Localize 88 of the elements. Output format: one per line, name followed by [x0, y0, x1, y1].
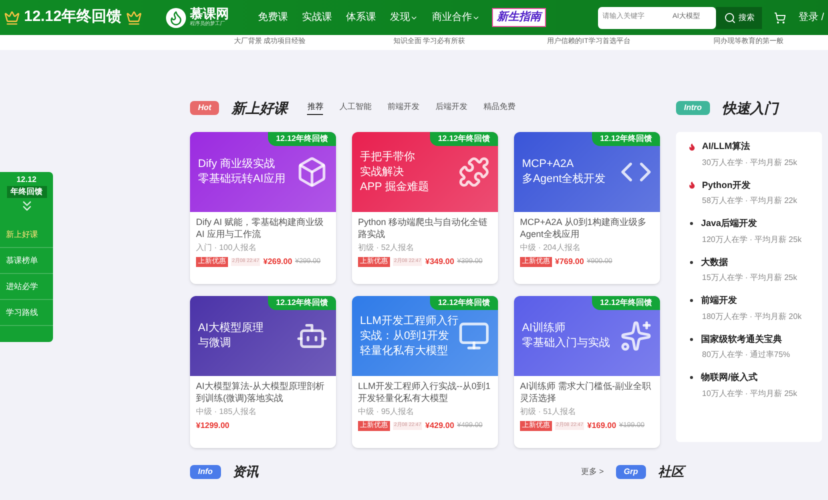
section-badge: Hot	[190, 101, 220, 115]
track-link[interactable]: 前端开发	[701, 294, 737, 308]
course-price: ¥769.00	[555, 256, 584, 268]
promo-title: 12.12年终回馈	[24, 7, 122, 28]
logo-name[interactable]: 慕课网	[190, 7, 229, 21]
track-link[interactable]: 国家级软考通关宝典	[701, 332, 782, 346]
banner-text: 实战解决	[360, 164, 405, 180]
section-badge: Grp	[616, 464, 646, 479]
search-button[interactable]: 搜索	[716, 6, 762, 28]
banner-text: 多Agent全栈开发	[522, 172, 606, 187]
sparkle-icon	[620, 320, 652, 352]
box-icon	[296, 156, 328, 188]
puzzle-icon	[458, 156, 490, 188]
course-price: ¥169.00	[587, 420, 616, 432]
course-title: AI大模型算法-从大模型原理剖析到训练(微调)落地实战	[196, 380, 326, 404]
track-stats: 10万人在学 · 平均月薪 25k	[701, 388, 798, 400]
section-badge: Info	[190, 464, 221, 479]
course-price: ¥349.00	[425, 256, 454, 268]
nav-link[interactable]: 商业合作	[432, 10, 480, 25]
track-link[interactable]: 物联网/嵌入式	[701, 371, 758, 384]
promo-ribbon: 12.12年终回馈	[592, 132, 660, 146]
search-icon	[724, 12, 736, 24]
nav-link[interactable]: 体系课	[346, 10, 376, 25]
login-link[interactable]: 登录 /	[798, 10, 824, 25]
section-title: 新上好课	[231, 98, 288, 118]
track-stats: 30万人在学 · 平均月薪 25k	[701, 156, 798, 168]
course-title: MCP+A2A 从0到1构建商业级多Agent全栈应用	[520, 216, 648, 240]
course-price: ¥1299.00	[196, 420, 230, 432]
category-tab[interactable]: 人工智能	[339, 101, 372, 115]
course-meta: 中级 · 95人报名	[358, 406, 416, 418]
banner-text: 轻量化私有大模型	[360, 344, 449, 358]
section-badge: Intro	[676, 101, 710, 115]
track-stats: 58万人在学 · 平均月薪 22k	[701, 195, 798, 207]
cart-icon[interactable]	[774, 12, 786, 24]
track-stats: 80万人在学 · 通过率75%	[701, 349, 792, 361]
track-link[interactable]: Python开发	[702, 178, 750, 192]
section-title: 快速入门	[722, 98, 778, 118]
course-meta: 初级 · 52人报名	[358, 242, 416, 254]
track-stats: 180万人在学 · 平均月薪 20k	[701, 310, 803, 322]
promo-ribbon: 12.12年终回馈	[268, 296, 336, 310]
banner-text: AI训练师	[522, 321, 566, 336]
category-tab[interactable]: 后端开发	[435, 101, 468, 115]
course-meta: 入门 · 100人报名	[196, 242, 258, 254]
category-tab[interactable]: 前端开发	[387, 101, 420, 115]
section-title: 资讯	[232, 463, 259, 481]
crown-icon	[126, 10, 142, 26]
category-tab[interactable]: 推荐	[307, 101, 324, 115]
course-price: ¥429.00	[425, 420, 454, 432]
banner-text: 零基础入门与实战	[522, 336, 610, 351]
course-title: AI训练师 需求大门槛低-副业全职灵活选择	[520, 380, 652, 404]
banner-text: APP 掘金难题	[360, 180, 429, 194]
crown-icon	[4, 10, 20, 26]
promo-ribbon: 12.12年终回馈	[268, 132, 336, 146]
promo-ribbon: 12.12年终回馈	[592, 296, 660, 310]
banner-text: 实战：从0到1开发	[360, 328, 450, 344]
banner-text: LLM开发工程师入行	[360, 314, 458, 328]
promo-ribbon: 12.12年终回馈	[430, 132, 498, 146]
category-tab[interactable]: 精品免费	[483, 101, 516, 115]
banner-text: 手把手带你	[360, 150, 416, 164]
track-link[interactable]: AI/LLM算法	[702, 140, 750, 154]
monitor-icon	[458, 320, 490, 352]
nav-link[interactable]: 实战课	[302, 10, 332, 25]
banner-text: AI大模型原理	[198, 321, 264, 336]
guide-badge[interactable]: 新生指南	[492, 8, 546, 27]
nav-link[interactable]: 发现	[390, 10, 418, 25]
banner-text: 与微调	[198, 336, 232, 351]
course-card[interactable]: 12.12年终回馈 AI大模型原理 与微调 AI大模型算法-从大模型原理剖析到训练(微调)落地实战 中级 · 185人报名 ¥1299.00	[190, 296, 336, 448]
track-stats: 15万人在学 · 平均月薪 25k	[701, 272, 798, 284]
track-link[interactable]: Java后端开发	[701, 217, 758, 230]
course-price: ¥269.00	[263, 256, 292, 268]
more-link[interactable]: 更多 >	[580, 466, 604, 478]
nav-link[interactable]: 免费课	[258, 10, 288, 25]
course-meta: 中级 · 185人报名	[196, 406, 258, 418]
banner-text: MCP+A2A	[522, 157, 575, 172]
banner-text: Dify 商业级实战	[198, 157, 276, 172]
logo-icon	[166, 8, 186, 28]
course-title: Dify AI 赋能，零基础构建商业级 AI 应用与工作流	[196, 216, 325, 240]
promo-ribbon: 12.12年终回馈	[430, 296, 498, 310]
course-meta: 初级 · 51人报名	[520, 406, 578, 418]
course-meta: 中级 · 204人报名	[520, 242, 582, 254]
course-title: Python 移动端爬虫与自动化全链路实战	[358, 216, 489, 240]
banner-text: 零基础玩转AI应用	[198, 172, 286, 187]
course-title: LLM开发工程师入行实战--从0到1开发轻量化私有大模型	[358, 380, 492, 404]
section-title: 社区	[658, 463, 684, 481]
track-link[interactable]: 大数据	[701, 256, 728, 269]
promo-label: 年终回馈	[6, 186, 46, 198]
track-stats: 120万人在学 · 平均月薪 25k	[701, 234, 803, 246]
promo-year: 12.12	[16, 174, 37, 186]
